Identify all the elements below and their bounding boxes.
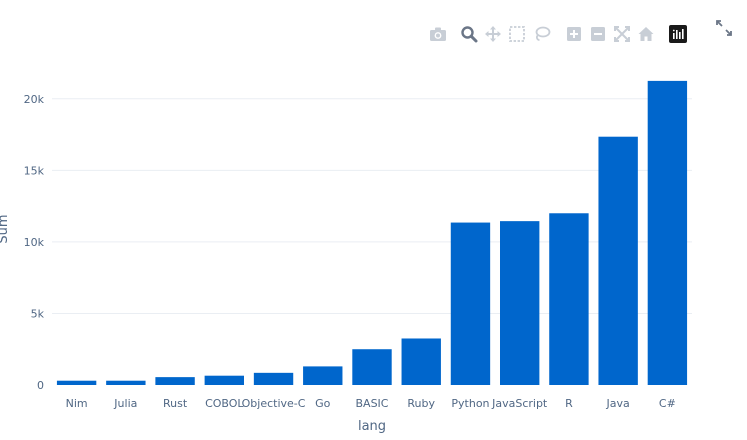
bar-c[interactable]	[647, 80, 688, 385]
x-tick-label: Python	[451, 397, 489, 410]
x-axis-title: lang	[358, 419, 386, 434]
zoom-icon[interactable]	[459, 24, 479, 44]
x-axis-ticks: Nim Julia Rust COBOLObjective-C Go BASIC Ruby P…	[66, 397, 676, 410]
x-tick-label: Java	[606, 397, 630, 410]
x-tick-label: BASIC	[356, 397, 389, 410]
x-tick-label: Ruby	[407, 397, 435, 410]
y-tick-label: 0	[37, 379, 44, 392]
y-axis-title: Sum	[0, 214, 11, 243]
x-tick-label: C#	[659, 397, 676, 410]
pan-icon[interactable]	[483, 24, 503, 44]
plotly-logo-icon[interactable]	[668, 24, 688, 44]
x-tick-label: Julia	[113, 397, 137, 410]
y-axis-ticks: 0 5k 10k 15k 20k	[24, 93, 45, 392]
zoom-in-icon[interactable]	[564, 24, 584, 44]
x-tick-label: Rust	[163, 397, 188, 410]
bar-cobol[interactable]	[204, 375, 244, 385]
y-tick-label: 15k	[24, 164, 45, 177]
bars[interactable]	[56, 80, 688, 385]
y-tick-label: 10k	[24, 236, 45, 249]
camera-icon[interactable]	[428, 24, 448, 44]
grid-lines	[52, 98, 692, 314]
autoscale-icon[interactable]	[612, 24, 632, 44]
bar-r[interactable]	[549, 213, 589, 385]
bar-javascript[interactable]	[500, 221, 540, 385]
bar-java[interactable]	[598, 136, 638, 385]
y-tick-label: 20k	[24, 93, 45, 106]
x-tick-label: COBOL	[205, 397, 244, 410]
bar-ruby[interactable]	[401, 338, 441, 385]
bar-go[interactable]	[303, 366, 343, 385]
bar-objective-c[interactable]	[253, 372, 294, 385]
x-tick-label: Nim	[66, 397, 88, 410]
x-tick-label: Objective-C	[242, 397, 306, 410]
bar-chart: 0 5k 10k 15k 20k Nim Julia Rust COBOLObjective-…	[0, 80, 692, 434]
reset-axes-icon[interactable]	[636, 24, 656, 44]
bar-basic[interactable]	[352, 349, 392, 385]
zoom-out-icon[interactable]	[588, 24, 608, 44]
x-tick-label: R	[565, 397, 573, 410]
box-select-icon[interactable]	[507, 24, 527, 44]
bar-nim[interactable]	[56, 380, 97, 385]
bar-julia[interactable]	[106, 380, 146, 385]
bar-python[interactable]	[450, 222, 491, 385]
x-tick-label: Go	[315, 397, 331, 410]
x-tick-label: JavaScript	[491, 397, 548, 410]
bar-rust[interactable]	[155, 377, 195, 385]
y-tick-label: 5k	[31, 307, 45, 320]
expand-icon[interactable]	[714, 18, 734, 38]
lasso-icon[interactable]	[532, 24, 552, 44]
